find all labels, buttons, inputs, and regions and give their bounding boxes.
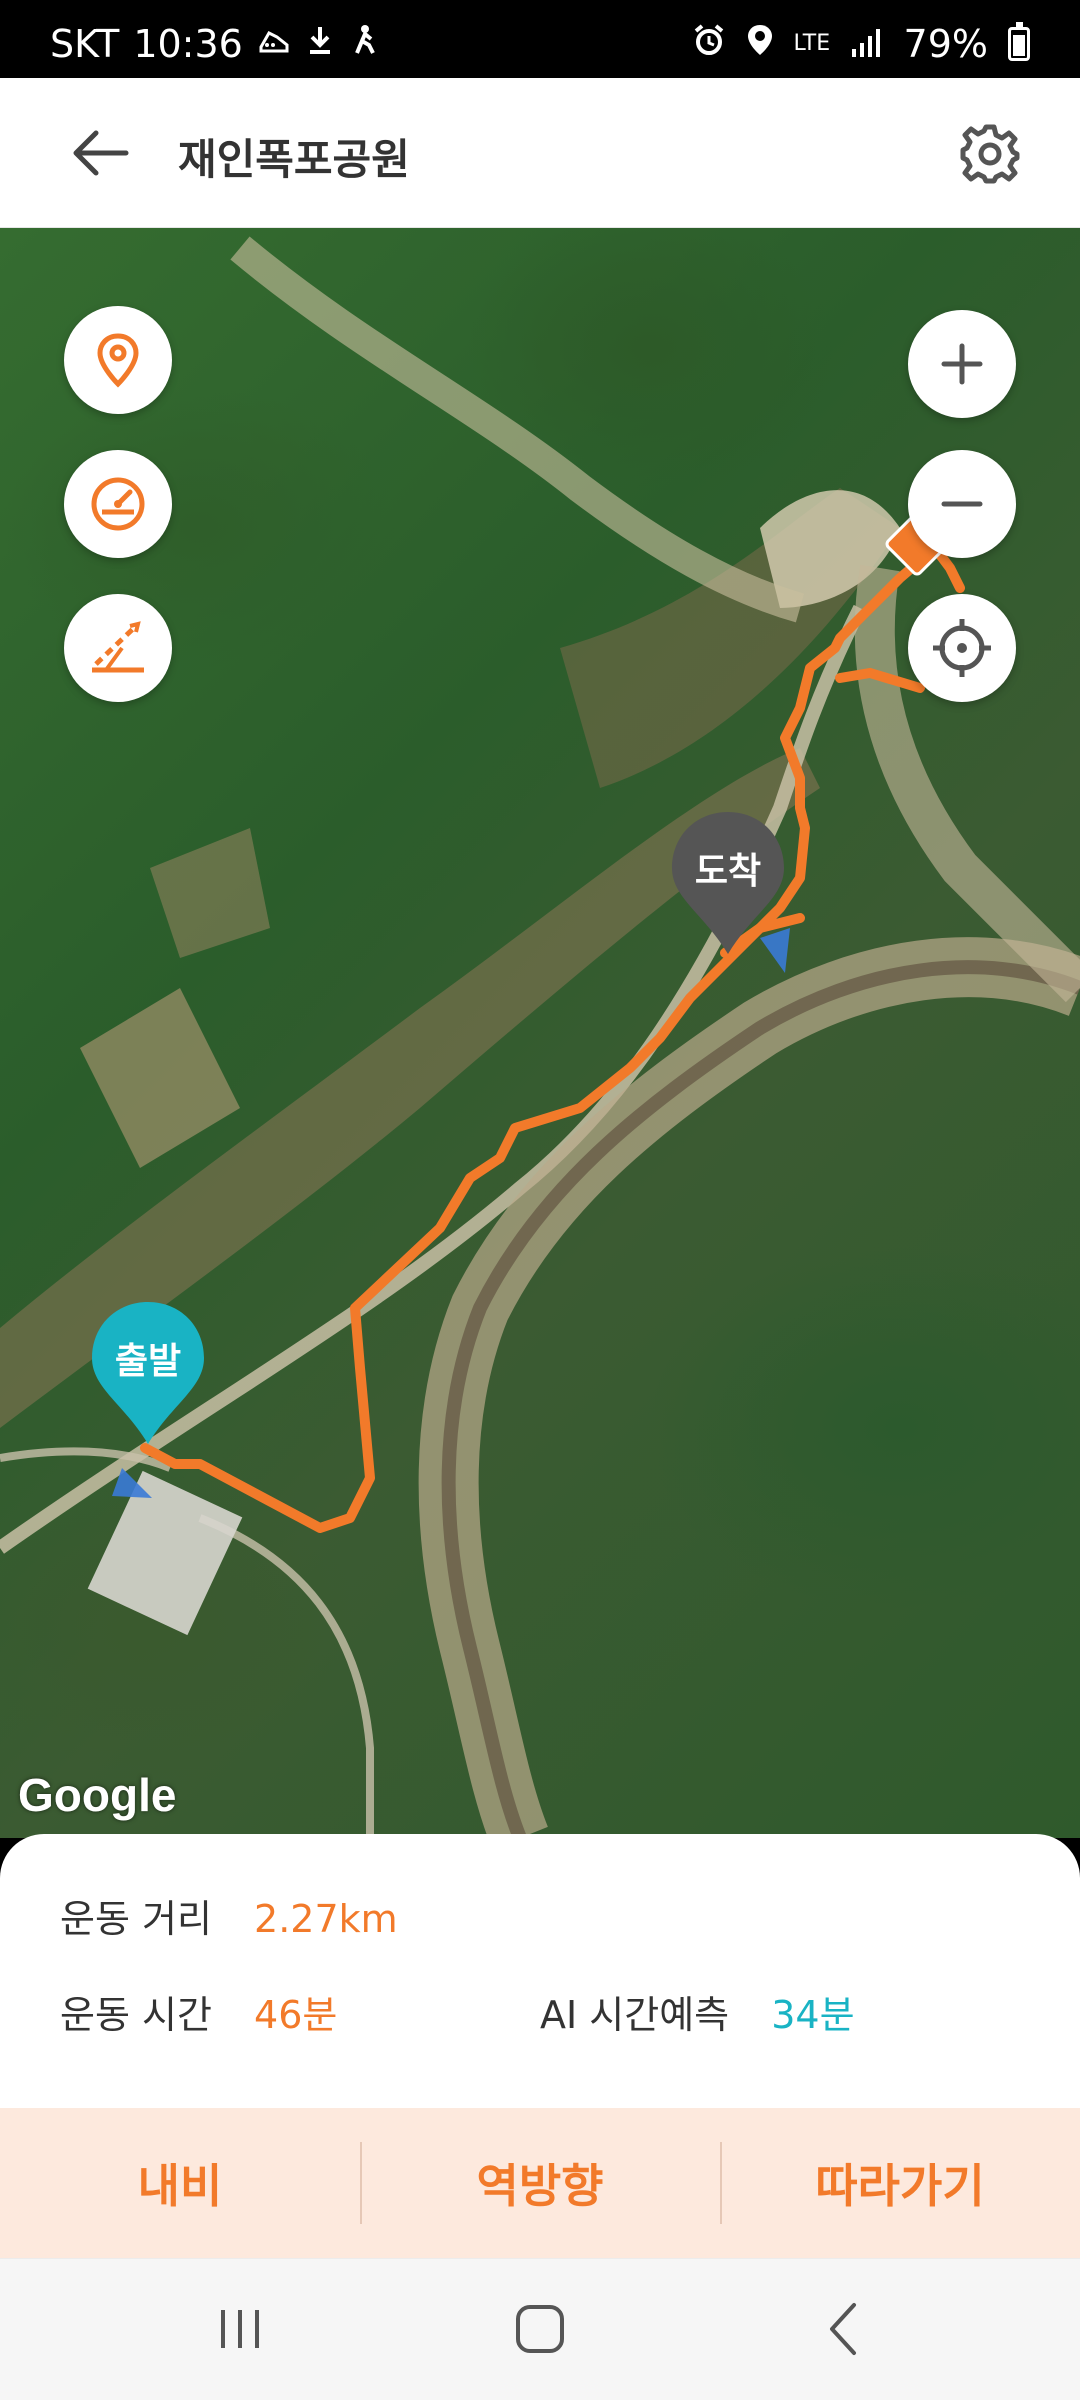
recenter-button[interactable] [908,594,1016,702]
system-nav-bar [0,2258,1080,2400]
arrow-left-icon [73,130,129,176]
carrier-label: SKT [50,22,120,66]
distance-row: 운동 거리 2.27km [60,1888,398,1943]
follow-button[interactable]: 따라가기 [720,2108,1080,2258]
my-location-button[interactable] [64,306,172,414]
end-marker[interactable]: 도착 [668,808,788,958]
speed-button[interactable] [64,450,172,558]
app-bar: 재인폭포공원 [0,78,1080,228]
time-value: 46분 [254,1993,338,2037]
satellite-imagery [0,236,1080,1838]
gear-icon [960,124,1020,184]
clock: 10:36 [133,22,243,66]
back-chevron-icon [830,2303,856,2355]
distance-value: 2.27km [254,1897,398,1941]
home-button[interactable] [480,2289,600,2369]
ai-estimate-value: 34분 [771,1993,855,2037]
zoom-in-button[interactable] [908,310,1016,418]
plus-icon [941,343,983,385]
location-icon [746,22,774,66]
status-right: LTE 79% [692,22,1030,66]
action-bar: 내비 역방향 따라가기 [0,2108,1080,2258]
shoe-icon [257,23,291,66]
home-icon [516,2305,564,2353]
time-label: 운동 시간 [60,1993,212,2037]
time-row: 운동 시간 46분 [60,1984,337,2039]
alarm-icon [692,22,726,66]
google-attribution: Google [18,1769,177,1821]
status-bar: SKT 10:36 LTE 79% [0,0,1080,78]
signal-icon [850,22,884,66]
speedometer-icon [91,477,145,531]
ai-estimate-label: AI 시간예측 [540,1993,730,2037]
elevation-icon [92,621,144,673]
zoom-out-button[interactable] [908,450,1016,558]
page-title: 재인폭포공원 [178,135,410,184]
status-left: SKT 10:36 [50,22,379,66]
stats-sheet: 운동 거리 2.27km 운동 시간 46분 AI 시간예측 34분 [0,1834,1080,2110]
crosshair-icon [933,619,991,677]
start-marker[interactable]: 출발 [88,1298,208,1448]
start-marker-label: 출발 [114,1341,182,1382]
location-pin-icon [97,333,139,388]
ai-estimate-row: AI 시간예측 34분 [540,1984,855,2039]
elevation-button[interactable] [64,594,172,702]
end-marker-label: 도착 [694,851,762,892]
network-label: LTE [793,31,831,56]
minus-icon [941,501,983,507]
distance-label: 운동 거리 [60,1897,212,1941]
battery-icon [1008,22,1030,61]
reverse-button[interactable]: 역방향 [360,2108,720,2258]
settings-button[interactable] [954,118,1026,190]
back-button[interactable] [60,118,140,188]
recents-icon [221,2310,259,2348]
download-icon [305,23,335,66]
system-back-button[interactable] [784,2289,904,2369]
battery-percent: 79% [903,22,988,66]
recents-button[interactable] [180,2289,300,2369]
hiker-icon [349,23,379,66]
navi-button[interactable]: 내비 [0,2108,360,2258]
map-view[interactable]: 도착 출발 Google [0,228,1080,1838]
